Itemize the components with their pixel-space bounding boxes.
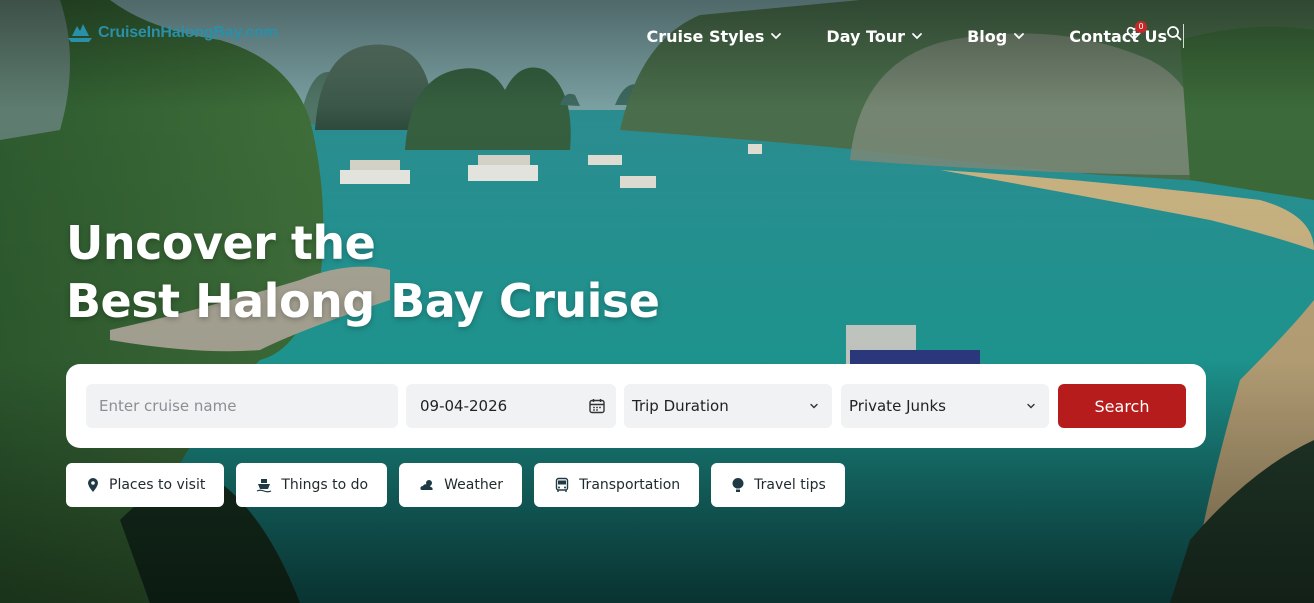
wishlist-button[interactable]: 0 (1126, 21, 1147, 45)
date-value: 09-04-2026 (420, 397, 508, 415)
quick-link-travel-tips[interactable]: Travel tips (711, 463, 845, 507)
wishlist-count-badge: 0 (1135, 21, 1147, 33)
hero-section: CruiseInHalongBay.com Cruise Styles Day … (0, 0, 1314, 603)
trip-duration-value: Trip Duration (632, 397, 729, 415)
date-picker[interactable]: 09-04-2026 (406, 384, 616, 428)
nav-label: Contact Us (1069, 26, 1167, 46)
chevron-down-icon (810, 403, 818, 409)
quick-link-weather[interactable]: Weather (399, 463, 523, 507)
quick-link-label: Places to visit (109, 477, 206, 493)
chevron-down-icon (912, 33, 922, 40)
nav-day-tour[interactable]: Day Tour (826, 27, 923, 46)
hero-title-line2: Best Halong Bay Cruise (66, 274, 660, 328)
quick-link-label: Weather (444, 477, 504, 493)
chevron-down-icon (1027, 403, 1035, 409)
calendar-icon (589, 399, 605, 414)
logo-text: CruiseInHalongBay.com (98, 24, 278, 41)
chevron-down-icon (771, 33, 782, 40)
map-pin-icon (88, 478, 98, 492)
search-icon (1167, 26, 1182, 41)
cruise-name-field[interactable] (86, 384, 398, 428)
site-logo[interactable]: CruiseInHalongBay.com (66, 22, 278, 44)
cruise-name-input[interactable] (99, 397, 398, 415)
bus-icon (555, 477, 569, 492)
quick-link-label: Travel tips (754, 477, 826, 493)
weather-icon (420, 480, 433, 490)
nav-label: Blog (967, 26, 1008, 46)
header-search-button[interactable] (1166, 25, 1182, 45)
logo-boat-icon (68, 24, 92, 42)
nav-blog[interactable]: Blog (967, 27, 1025, 46)
quick-link-transportation[interactable]: Transportation (534, 463, 700, 507)
cruise-type-select[interactable]: Private Junks (841, 384, 1049, 428)
trip-duration-select[interactable]: Trip Duration (624, 384, 832, 428)
nav-contact-us[interactable]: Contact Us (1069, 27, 1167, 46)
search-button[interactable]: Search (1058, 384, 1186, 428)
quick-link-label: Transportation (579, 477, 681, 493)
nav-label: Day Tour (826, 26, 906, 46)
nav-cruise-styles[interactable]: Cruise Styles (647, 27, 783, 46)
quick-link-label: Things to do (281, 477, 369, 493)
hero-title-line1: Uncover the (66, 216, 376, 270)
quick-link-places[interactable]: Places to visit (66, 463, 225, 507)
cruise-type-value: Private Junks (849, 397, 947, 415)
quick-links: Places to visit Things to do Weather Tra… (66, 463, 845, 507)
nav-divider (1183, 24, 1184, 48)
search-card: 09-04-2026 Trip Duration Private Junks S… (66, 364, 1206, 448)
nav-label: Cruise Styles (646, 26, 765, 46)
main-nav: Cruise Styles Day Tour Blog Contact Us (647, 24, 1184, 48)
balloon-icon (732, 478, 744, 492)
quick-link-things-to-do[interactable]: Things to do (236, 463, 388, 507)
boat-icon (257, 479, 272, 493)
hero-title: Uncover the Best Halong Bay Cruise (66, 214, 660, 330)
chevron-down-icon (1014, 33, 1025, 40)
